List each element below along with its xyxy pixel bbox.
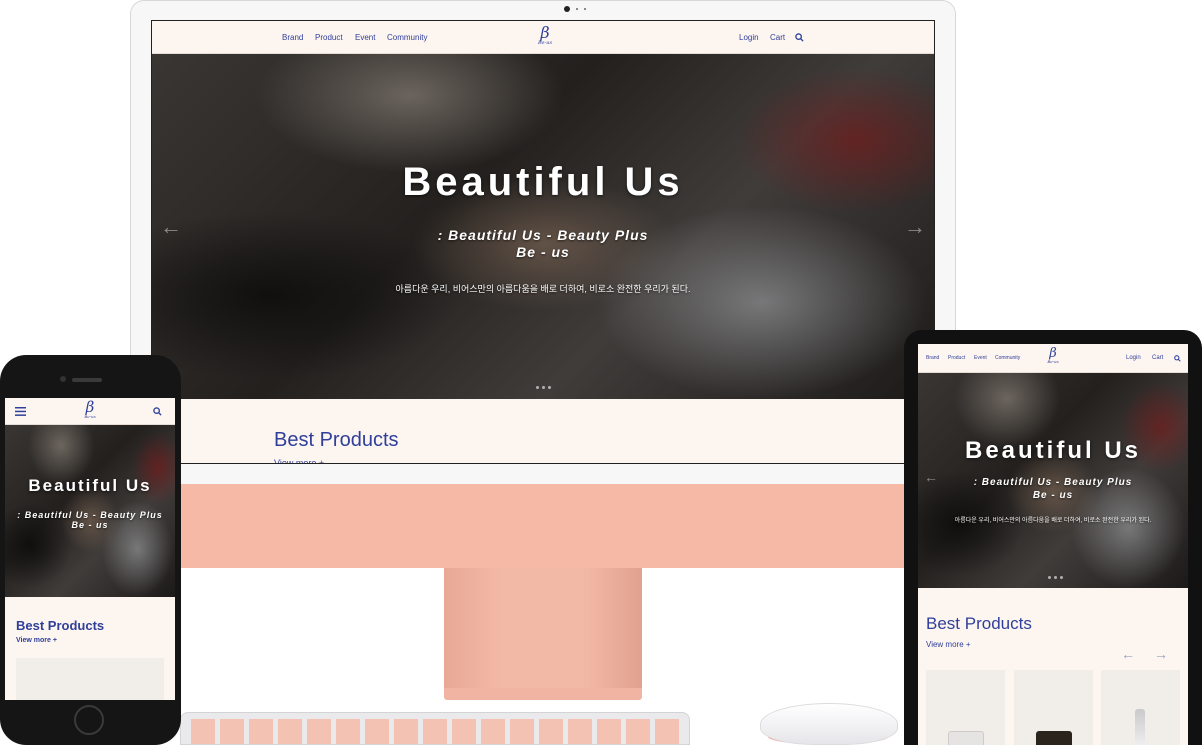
mobile-website: β Be-us Beautiful Us : Beautiful Us - Be…	[5, 398, 175, 700]
tablet-logo[interactable]: β Be-us	[1042, 347, 1064, 364]
nav-login[interactable]: Login	[1126, 355, 1141, 361]
site-header: Brand Product Event Community β Be-us Lo…	[152, 21, 934, 54]
product-card[interactable]	[926, 670, 1005, 745]
best-products-title: Best Products	[926, 614, 1032, 633]
mobile-header: β Be-us	[5, 398, 175, 425]
site-logo[interactable]: β Be-us	[530, 25, 560, 46]
mobile-logo[interactable]: β Be-us	[78, 400, 102, 419]
hero-subtitle-2: Be - us	[71, 520, 109, 530]
tablet-website: Brand Product Event Community β Be-us Lo…	[918, 344, 1188, 745]
product-image	[948, 731, 984, 745]
product-card[interactable]	[1101, 670, 1180, 745]
hero-subtitle: : Beautiful Us - Beauty Plus	[17, 510, 163, 520]
arrow-left-icon[interactable]: ←	[160, 214, 182, 240]
nav-cart[interactable]: Cart	[770, 33, 785, 42]
arrow-left-icon[interactable]: ←	[1121, 646, 1135, 662]
magic-mouse	[760, 703, 898, 745]
search-icon[interactable]	[795, 33, 804, 42]
nav-login[interactable]: Login	[739, 33, 759, 42]
hero-title: Beautiful Us	[402, 160, 684, 204]
keyboard	[180, 712, 690, 745]
hero-description: 아름다운 우리, 비어스만의 아름다움을 배로 더하여, 비로소 완전한 우리가…	[395, 284, 691, 294]
nav-community[interactable]: Community	[995, 355, 1020, 361]
nav-cart[interactable]: Cart	[1152, 355, 1163, 361]
mobile-hero: Beautiful Us : Beautiful Us - Beauty Plu…	[5, 425, 175, 597]
best-products-title: Best Products	[16, 618, 105, 633]
search-icon[interactable]	[153, 407, 162, 416]
imac-stand	[444, 568, 642, 688]
view-more-link[interactable]: View more +	[16, 637, 57, 644]
hero-description: 아름다운 우리, 비어스만의 아름다움을 배로 더하여, 비로소 완전한 우리가…	[954, 518, 1152, 524]
phone-speaker	[72, 378, 102, 382]
hero-subtitle: : Beautiful Us - Beauty Plus	[437, 227, 649, 243]
imac-stand-foot	[444, 688, 642, 700]
tablet-hero: Beautiful Us : Beautiful Us - Beauty Plu…	[918, 373, 1188, 588]
product-card[interactable]	[1014, 670, 1093, 745]
best-products-title: Best Products	[274, 429, 399, 451]
slide-indicator[interactable]	[1048, 576, 1063, 579]
view-more-link[interactable]: View more +	[274, 458, 324, 463]
nav-community[interactable]: Community	[387, 33, 427, 42]
phone-camera	[60, 376, 66, 382]
hamburger-menu-icon[interactable]	[15, 407, 26, 416]
hero-subtitle-2: Be - us	[1032, 490, 1074, 501]
nav-event[interactable]: Event	[974, 355, 987, 361]
hero-subtitle-2: Be - us	[516, 244, 570, 260]
nav-product[interactable]: Product	[948, 355, 965, 361]
hero-title: Beautiful Us	[964, 437, 1141, 464]
arrow-right-icon[interactable]: →	[904, 214, 926, 240]
arrow-left-icon[interactable]: ←	[924, 469, 938, 485]
slide-indicator[interactable]	[536, 386, 551, 389]
nav-product[interactable]: Product	[315, 33, 343, 42]
hero-title: Beautiful Us	[28, 476, 152, 495]
carousel-page-dots	[564, 6, 586, 12]
nav-brand[interactable]: Brand	[282, 33, 303, 42]
imac-chin	[130, 484, 956, 568]
nav-brand[interactable]: Brand	[926, 355, 939, 361]
product-image	[1135, 709, 1145, 745]
hero-subtitle: : Beautiful Us - Beauty Plus	[973, 477, 1133, 488]
nav-event[interactable]: Event	[355, 33, 375, 42]
hero-banner: Beautiful Us : Beautiful Us - Beauty Plu…	[152, 54, 934, 399]
tablet-header: Brand Product Event Community β Be-us Lo…	[918, 344, 1188, 373]
search-icon[interactable]	[1174, 355, 1181, 362]
imac-bezel-bottom	[130, 464, 956, 484]
view-more-link[interactable]: View more +	[926, 640, 971, 649]
desktop-website: Brand Product Event Community β Be-us Lo…	[151, 20, 935, 464]
arrow-right-icon[interactable]: →	[1154, 646, 1168, 662]
product-image	[1036, 731, 1072, 745]
phone-home-button	[74, 705, 104, 735]
product-card[interactable]	[16, 658, 164, 700]
